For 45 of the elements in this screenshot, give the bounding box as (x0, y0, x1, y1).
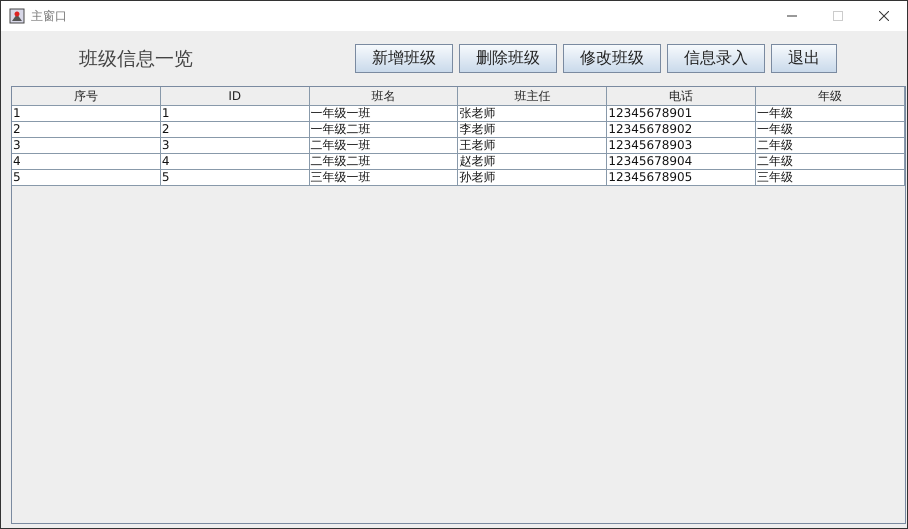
toolbar-button[interactable]: 修改班级 (563, 44, 661, 73)
table-cell: 孙老师 (458, 170, 608, 186)
column-header[interactable]: ID (160, 87, 310, 106)
table-cell: 张老师 (458, 106, 608, 122)
toolbar-button[interactable]: 信息录入 (667, 44, 765, 73)
column-header[interactable]: 年级 (756, 87, 905, 106)
table-cell: 二年级 (756, 154, 905, 170)
table-cell: 3 (160, 138, 310, 154)
toolbar-button[interactable]: 删除班级 (459, 44, 557, 73)
column-header[interactable]: 电话 (607, 87, 756, 106)
table-cell: 赵老师 (458, 154, 608, 170)
table-cell: 1 (12, 106, 161, 122)
table-cell: 李老师 (458, 122, 608, 138)
table-cell: 2 (12, 122, 161, 138)
toolbar-button[interactable]: 新增班级 (355, 44, 453, 73)
table-cell: 12345678902 (607, 122, 756, 138)
page-heading: 班级信息一览 (79, 46, 194, 72)
table-cell: 二年级二班 (310, 154, 458, 170)
table-cell: 一年级 (756, 122, 905, 138)
table-cell: 二年级一班 (310, 138, 458, 154)
table-cell: 3 (12, 138, 161, 154)
table-cell: 12345678904 (607, 154, 756, 170)
table-cell: 一年级一班 (310, 106, 458, 122)
table-cell: 一年级 (756, 106, 905, 122)
column-header[interactable]: 序号 (12, 87, 161, 106)
table-cell: 12345678903 (607, 138, 756, 154)
table-cell: 4 (160, 154, 310, 170)
toolbar-button[interactable]: 退出 (771, 44, 837, 73)
table-cell: 一年级二班 (310, 122, 458, 138)
window-title: 主窗口 (31, 8, 67, 24)
table-cell: 三年级 (756, 170, 905, 186)
close-icon[interactable] (879, 11, 889, 21)
table-cell: 4 (12, 154, 161, 170)
app-icon (9, 8, 25, 24)
table-cell: 5 (160, 170, 310, 186)
table-cell: 12345678901 (607, 106, 756, 122)
table-cell: 12345678905 (607, 170, 756, 186)
table-cell: 三年级一班 (310, 170, 458, 186)
table-cell: 2 (160, 122, 310, 138)
table-cell: 1 (160, 106, 310, 122)
column-header[interactable]: 班名 (310, 87, 458, 106)
column-header[interactable]: 班主任 (458, 87, 608, 106)
table-cell: 二年级 (756, 138, 905, 154)
table-cell: 5 (12, 170, 161, 186)
table-cell: 王老师 (458, 138, 608, 154)
